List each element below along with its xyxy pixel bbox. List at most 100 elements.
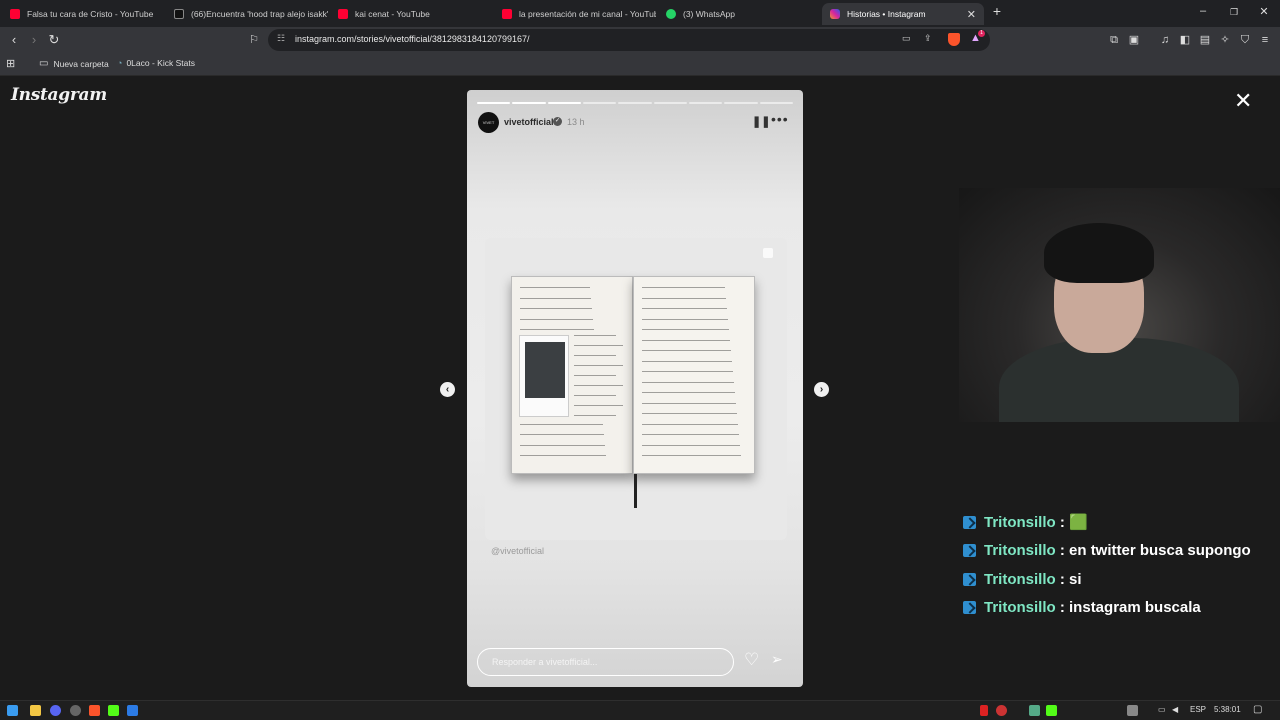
chat-message: Tritonsillo : 🟩 <box>963 512 1088 532</box>
like-heart-icon[interactable]: ♡ <box>744 650 759 670</box>
tab-label: Historias • Instagram <box>847 9 926 19</box>
forward-icon[interactable]: › <box>26 32 42 48</box>
story-frame[interactable]: VIVET vivetofficial ✓ 13 h ❚❚ ••• @vivet… <box>467 90 803 687</box>
handwriting-line <box>520 434 604 435</box>
handwriting-line <box>642 444 740 446</box>
reload-icon[interactable]: ↻ <box>46 32 62 48</box>
progress-segment <box>653 102 687 104</box>
menu-icon[interactable]: ≡ <box>1257 32 1273 48</box>
steam-icon[interactable] <box>70 705 81 716</box>
address-bar[interactable]: ☷ instagram.com/stories/vivetofficial/38… <box>268 29 990 51</box>
browser-tab-3[interactable]: kai cenat - YouTube <box>330 3 492 25</box>
chat-text: instagram buscala <box>1069 599 1201 616</box>
discord-icon[interactable] <box>50 705 61 716</box>
tab-label: (66)Encuentra 'hood trap alejo isakk' <box>191 9 328 19</box>
share-icon[interactable]: ⇪ <box>924 33 932 44</box>
brave-shield-icon[interactable] <box>948 33 960 46</box>
pause-icon[interactable]: ❚❚ <box>752 115 770 128</box>
handwriting-line <box>642 402 736 404</box>
tray-app-icon[interactable] <box>1029 705 1040 716</box>
tab-label: la presentación de mi canal - YouTube <box>519 9 656 19</box>
back-icon[interactable]: ‹ <box>6 32 22 48</box>
network-icon[interactable]: ▭ <box>1158 705 1166 714</box>
avatar[interactable]: VIVET <box>478 112 499 133</box>
browser-tab-4[interactable]: la presentación de mi canal - YouTube <box>494 3 656 25</box>
tray-kick-icon[interactable] <box>1046 705 1057 716</box>
app-icon[interactable] <box>127 705 138 716</box>
bookmark-folder[interactable]: ▭ Nueva carpeta <box>39 58 109 69</box>
tray-icon[interactable] <box>1127 705 1138 716</box>
handwriting-line <box>574 365 623 366</box>
vpn-icon[interactable]: ⛉ <box>1237 32 1253 48</box>
handwriting-line <box>642 371 733 372</box>
subscriber-badge-icon <box>963 544 976 557</box>
progress-segment <box>724 102 758 104</box>
apps-grid-icon[interactable]: ⊞ <box>6 57 15 70</box>
story-handle-sticker[interactable]: @vivetofficial <box>491 546 544 556</box>
handwriting-line <box>520 329 594 330</box>
more-options-icon[interactable]: ••• <box>771 111 789 127</box>
start-icon[interactable] <box>7 705 18 716</box>
sidebar-icon[interactable]: ◧ <box>1177 32 1193 48</box>
cast-icon[interactable]: ▭ <box>902 33 911 44</box>
chat-message: Tritonsillo : si <box>963 569 1082 589</box>
progress-segment <box>689 102 723 104</box>
leo-ai-icon[interactable]: ✧ <box>1217 32 1233 48</box>
minimize-button[interactable]: – <box>1193 5 1213 17</box>
bookmark-icon[interactable]: ⚐ <box>246 32 262 48</box>
browser-tab-1[interactable]: Falsa tu cara de Cristo - YouTube <box>2 3 164 25</box>
streamer-webcam <box>959 188 1280 422</box>
media-icon[interactable]: ♫ <box>1157 32 1173 48</box>
site-info-icon[interactable]: ☷ <box>277 33 285 44</box>
handwriting-line <box>642 329 729 330</box>
mic-icon[interactable] <box>980 705 988 716</box>
folder-icon: ▭ <box>39 58 49 69</box>
kick-icon[interactable] <box>108 705 119 716</box>
instagram-logo[interactable]: Instagram <box>11 85 107 105</box>
record-icon[interactable] <box>996 705 1007 716</box>
chat-message: Tritonsillo : instagram buscala <box>963 598 1201 618</box>
bookmarks-bar: ⊞ ▭ Nueva carpeta ◔ 0Laco - Kick Stats <box>0 53 1280 76</box>
youtube-icon <box>10 9 20 19</box>
tiktok-icon <box>174 9 184 19</box>
handwriting-line <box>574 395 616 396</box>
reply-placeholder: Responder a vivetofficial... <box>492 657 598 667</box>
url-text: instagram.com/stories/vivetofficial/3812… <box>295 34 530 44</box>
browser-tab-6[interactable]: Historias • Instagram ✕ <box>822 3 984 25</box>
reply-input[interactable]: Responder a vivetofficial... <box>477 648 734 676</box>
extensions-icon[interactable]: ⧉ <box>1106 32 1122 48</box>
story-username[interactable]: vivetofficial <box>504 117 554 127</box>
bookmark-link[interactable]: ◔ 0Laco - Kick Stats <box>117 58 195 68</box>
previous-story-button[interactable]: ‹ <box>440 382 455 397</box>
next-story-button[interactable]: › <box>814 382 829 397</box>
handwriting-line <box>642 287 725 288</box>
browser-tab-5[interactable]: (3) WhatsApp <box>658 3 820 25</box>
notifications-icon[interactable]: ▢ <box>1253 704 1262 715</box>
handwriting-line <box>642 434 739 435</box>
polaroid-photo <box>519 335 569 417</box>
tab-label: Falsa tu cara de Cristo - YouTube <box>27 9 154 19</box>
subscriber-badge-icon <box>963 515 976 529</box>
chat-separator: : <box>1055 513 1070 531</box>
language-indicator[interactable]: ESP <box>1190 705 1206 714</box>
handwriting-line <box>642 360 732 362</box>
handwriting-line <box>642 381 734 383</box>
file-explorer-icon[interactable] <box>30 705 41 716</box>
clock[interactable]: 5:38:01 <box>1214 705 1241 714</box>
screenshot-icon[interactable]: ▣ <box>1126 32 1142 48</box>
new-tab-button[interactable]: + <box>987 3 1007 19</box>
handwriting-line <box>642 318 728 320</box>
notebook-photo <box>511 276 755 508</box>
restore-button[interactable]: ❐ <box>1224 7 1244 18</box>
brave-icon[interactable] <box>89 705 100 716</box>
close-tab-icon[interactable]: ✕ <box>967 8 976 21</box>
send-direct-icon[interactable]: ➢ <box>771 651 783 668</box>
browser-tab-2[interactable]: (66)Encuentra 'hood trap alejo isakk' <box>166 3 328 25</box>
close-story-icon[interactable]: ✕ <box>1234 90 1252 112</box>
wallet-icon[interactable]: ▤ <box>1197 32 1213 48</box>
handwriting-line <box>642 339 730 341</box>
handwriting-line <box>642 350 731 351</box>
volume-icon[interactable]: ◀ <box>1172 705 1178 714</box>
window-close-button[interactable]: ✕ <box>1254 5 1274 18</box>
handwriting-line <box>520 318 593 320</box>
